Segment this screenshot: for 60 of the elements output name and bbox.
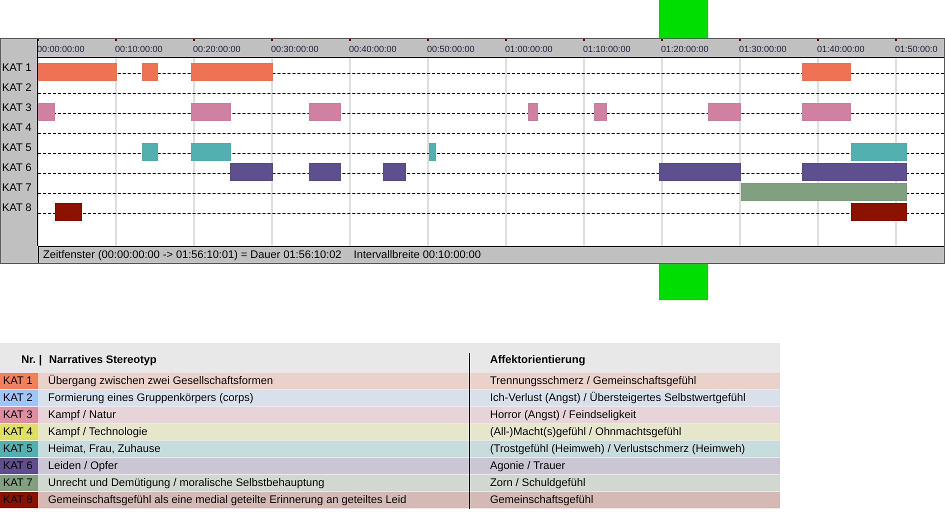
category-label: KAT 7 (1, 182, 32, 194)
affect-text: Trennungsschmerz / Gemeinschaftsgefühl (490, 374, 696, 389)
time-label: 01:10:00:00 (583, 44, 631, 54)
time-label: 00:30:00:00 (271, 44, 319, 54)
time-label: 01:50:00:0 (895, 44, 938, 54)
tick-mark (193, 39, 195, 41)
time-label: 01:20:00:00 (661, 44, 709, 54)
tick-mark (661, 39, 663, 41)
column-header: Narratives Stereotyp (49, 352, 158, 368)
category-badge: KAT 6 (0, 458, 38, 474)
category-badge: KAT 3 (0, 407, 38, 423)
tick-mark (505, 39, 507, 41)
time-label: 00:50:00:00 (427, 44, 475, 54)
tick-mark (817, 39, 819, 41)
time-label: 01:00:00:00 (505, 44, 553, 54)
tick-mark (271, 39, 273, 41)
category-badge: KAT 2 (0, 390, 38, 406)
tick-mark (895, 39, 897, 41)
category-badge: KAT 4 (0, 424, 38, 440)
status-text: Zeitfenster (00:00:00:00 -> 01:56:10:01) = Dauer 01:56:10:02 Intervallbreite 00:10:00:00 (43, 250, 481, 260)
category-label: KAT 3 (1, 102, 32, 114)
tick-mark (583, 39, 585, 41)
stereotype-text: Formierung eines Gruppenkörpers (corps) (48, 390, 254, 406)
stereotype-text: Leiden / Opfer (48, 458, 119, 474)
category-label: KAT 6 (1, 162, 32, 174)
stereotype-text: Übergang zwischen zwei Gesellschaftsformen (48, 374, 274, 389)
column-header: Nr. | (20, 352, 42, 368)
stereotype-text: Kampf / Natur (48, 408, 117, 423)
tick-mark (739, 39, 741, 41)
time-label: 01:30:00:00 (739, 44, 787, 54)
affect-text: Horror (Angst) / Feindseligkeit (490, 408, 636, 423)
stereotype-text: Unrecht und Demütigung / moralische Selbstbehauptung (48, 476, 326, 491)
tick-mark (37, 39, 39, 41)
tick-mark (115, 39, 117, 41)
tick-mark (349, 39, 351, 41)
category-label: KAT 5 (1, 142, 32, 154)
time-label: 00:40:00:00 (349, 44, 397, 54)
time-label: 00:20:00:00 (193, 44, 241, 54)
time-label: 01:40:00:00 (817, 44, 865, 54)
category-label: KAT 2 (1, 82, 32, 94)
category-badge: KAT 8 (0, 492, 38, 508)
affect-text: Zorn / Schuldgefühl (490, 476, 586, 491)
category-badge: KAT 1 (0, 373, 38, 389)
affect-text: (Trostgefühl (Heimweh) / Verlustschmerz (Heimweh) (490, 442, 746, 457)
affect-text: Gemeinschaftsgefühl (490, 492, 594, 508)
tick-mark (427, 39, 429, 41)
stereotype-text: Gemeinschaftsgefühl als eine medial geteilte Erinnerung an geteiltes Leid (48, 492, 408, 508)
affect-text: Ich-Verlust (Angst) / Übersteigertes Selbstwertgefühl (490, 390, 746, 406)
time-label: 00:10:00:00 (115, 44, 163, 54)
affect-text: (All-)Macht(s)gefühl / Ohnmachtsgefühl (490, 424, 682, 440)
category-badge: KAT 5 (0, 441, 38, 457)
affect-text: Agonie / Trauer (490, 458, 566, 474)
category-label: KAT 4 (1, 122, 32, 134)
stereotype-text: Kampf / Technologie (48, 424, 148, 440)
category-label: KAT 1 (1, 62, 32, 74)
column-header: Affektorientierung (490, 352, 586, 368)
category-label: KAT 8 (1, 202, 32, 214)
stereotype-text: Heimat, Frau, Zuhause (48, 442, 162, 457)
category-badge: KAT 7 (0, 475, 38, 491)
time-label: 00:00:00:00 (37, 44, 85, 54)
